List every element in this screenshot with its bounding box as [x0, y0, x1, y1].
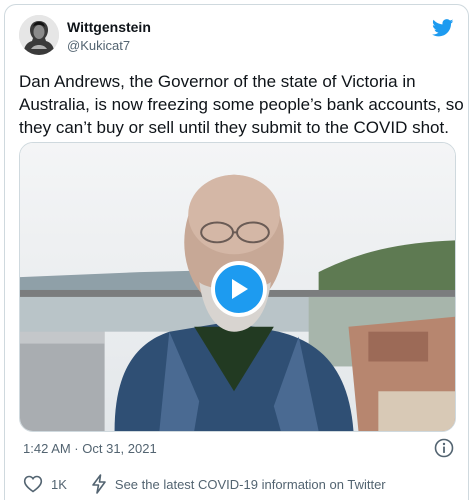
heart-icon[interactable] — [23, 474, 43, 494]
tweet-card: Wittgenstein @Kukicat7 Dan Andrews, the … — [4, 4, 469, 500]
tweet-timestamp[interactable]: 1:42 AM · Oct 31, 2021 — [23, 441, 157, 456]
like-count[interactable]: 1K — [51, 477, 67, 492]
twitter-bird-icon[interactable] — [432, 19, 454, 37]
covid-info-link[interactable]: See the latest COVID-19 information on T… — [91, 474, 386, 494]
info-icon[interactable] — [434, 438, 454, 458]
author-display-name[interactable]: Wittgenstein — [67, 19, 151, 36]
author-handle[interactable]: @Kukicat7 — [67, 37, 151, 54]
video-player[interactable] — [19, 142, 456, 432]
tweet-actions: 1K See the latest COVID-19 information o… — [23, 474, 386, 494]
author-info[interactable]: Wittgenstein @Kukicat7 — [67, 19, 151, 54]
play-icon — [232, 279, 248, 299]
author-avatar[interactable] — [19, 15, 59, 55]
covid-info-label[interactable]: See the latest COVID-19 information on T… — [115, 477, 386, 492]
lightning-bolt-icon — [92, 474, 106, 494]
play-button[interactable] — [211, 261, 267, 317]
tweet-text: Dan Andrews, the Governor of the state o… — [19, 72, 464, 137]
